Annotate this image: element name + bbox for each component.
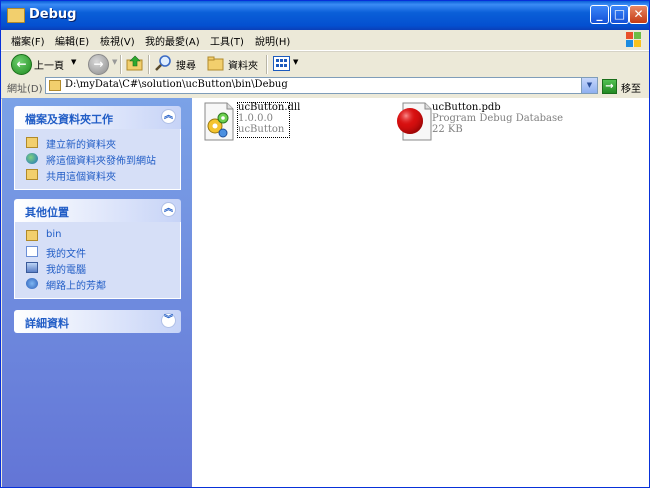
panel-header[interactable]: 詳細資料 ︾ [14,310,181,333]
network-icon [26,278,38,289]
menu-bar: 檔案(F) 編輯(E) 檢視(V) 我的最愛(A) 工具(T) 說明(H) [1,30,649,51]
task-publish-web[interactable]: 將這個資料夾發佈到網站 [26,151,180,167]
menu-favorites[interactable]: 我的最愛(A) [145,33,200,48]
task-label[interactable]: 將這個資料夾發佈到網站 [46,152,156,167]
place-label[interactable]: 我的文件 [46,245,86,260]
views-icon[interactable] [273,56,290,71]
task-pane: 檔案及資料夾工作 ︽ 建立新的資料夾 將這個資料夾發佈到網站 共用這個資料夾 其… [2,98,192,487]
place-label[interactable]: 我的電腦 [46,261,86,276]
task-label[interactable]: 共用這個資料夾 [46,168,116,183]
address-dropdown-icon[interactable]: ▼ [581,78,597,93]
back-button[interactable]: 上一頁 [34,57,64,72]
panel-header[interactable]: 其他位置 ︽ [14,199,181,222]
other-places-panel: 其他位置 ︽ bin 我的文件 我的電腦 網路上的芳鄰 [14,199,181,299]
panel-title[interactable]: 其他位置 [25,204,69,220]
menu-tools[interactable]: 工具(T) [210,33,244,48]
task-share-folder[interactable]: 共用這個資料夾 [26,167,180,183]
task-new-folder[interactable]: 建立新的資料夾 [26,135,180,151]
share-folder-icon [26,169,38,180]
file-folder-tasks-panel: 檔案及資料夾工作 ︽ 建立新的資料夾 將這個資料夾發佈到網站 共用這個資料夾 [14,106,181,190]
my-computer-icon [26,262,38,273]
menu-help[interactable]: 說明(H) [255,33,290,48]
address-bar: 網址(D) D:\myData\C#\solution\ucButton\bin… [1,76,649,99]
folder-icon [49,80,61,91]
panel-title[interactable]: 檔案及資料夾工作 [25,111,113,127]
folders-icon[interactable] [207,56,225,71]
my-documents-icon [26,246,38,257]
file-type: Program Debug Database [432,113,564,124]
toolbar-separator [266,55,268,74]
minimize-button[interactable]: _ [590,5,609,24]
panel-header[interactable]: 檔案及資料夾工作 ︽ [14,106,181,129]
file-item[interactable]: ucButton.pdb Program Debug Database 22 K… [395,102,563,142]
folder-icon [26,230,38,241]
address-input[interactable]: D:\myData\C#\solution\ucButton\bin\Debug… [45,77,598,94]
content-edge [640,98,649,487]
file-name[interactable]: ucButton.dll [238,102,300,113]
new-folder-icon [26,137,38,148]
title-bar[interactable]: Debug _ □ ✕ [1,1,649,30]
search-icon[interactable] [155,54,173,72]
panel-body: 建立新的資料夾 將這個資料夾發佈到網站 共用這個資料夾 [14,129,181,190]
place-my-documents[interactable]: 我的文件 [26,244,180,260]
pdb-red-ball-icon [397,102,432,141]
expand-icon[interactable]: ︾ [161,313,176,328]
folder-icon [7,8,25,23]
address-path[interactable]: D:\myData\C#\solution\ucButton\bin\Debug [65,79,288,90]
folders-button[interactable]: 資料夾 [228,57,258,72]
go-arrow-icon[interactable]: → [602,79,617,94]
go-button[interactable]: 移至 [621,80,641,95]
forward-arrow-icon[interactable]: → [88,54,109,75]
menu-edit[interactable]: 編輯(E) [55,33,89,48]
file-name[interactable]: ucButton.pdb [432,102,501,113]
place-label[interactable]: 網路上的芳鄰 [46,277,106,292]
folder-up-icon[interactable] [126,55,144,71]
views-dropdown-icon[interactable]: ▼ [293,58,298,66]
dll-gear-icon [204,102,234,141]
place-label[interactable]: bin [46,229,61,240]
menu-view[interactable]: 檢視(V) [100,33,135,48]
details-panel: 詳細資料 ︾ [14,310,181,333]
file-version: 1.0.0.0 [238,113,273,124]
toolbar: ← 上一頁 ▼ → ▼ 搜尋 資料夾 ▼ [1,51,649,77]
collapse-icon[interactable]: ︽ [161,109,176,124]
window-title: Debug [29,7,77,22]
back-arrow-icon[interactable]: ← [11,54,32,75]
search-button[interactable]: 搜尋 [176,57,196,72]
explorer-window: Debug _ □ ✕ 檔案(F) 編輯(E) 檢視(V) 我的最愛(A) 工具… [0,0,650,488]
close-button[interactable]: ✕ [629,5,648,24]
toolbar-separator [148,55,150,74]
file-description: ucButton [238,124,285,135]
file-size: 22 KB [432,124,463,135]
address-label: 網址(D) [7,84,43,95]
forward-dropdown-icon[interactable]: ▼ [112,58,117,66]
file-item[interactable]: ucButton.dll 1.0.0.0 ucButton [201,102,311,142]
file-list[interactable]: ucButton.dll 1.0.0.0 ucButton ucButton.p… [192,98,640,487]
collapse-icon[interactable]: ︽ [161,202,176,217]
place-bin[interactable]: bin [26,228,180,244]
place-my-computer[interactable]: 我的電腦 [26,260,180,276]
globe-icon [26,153,38,164]
place-network[interactable]: 網路上的芳鄰 [26,276,180,292]
maximize-button[interactable]: □ [610,5,629,24]
task-label[interactable]: 建立新的資料夾 [46,136,116,151]
panel-body: bin 我的文件 我的電腦 網路上的芳鄰 [14,222,181,299]
panel-title[interactable]: 詳細資料 [25,315,69,331]
back-dropdown-icon[interactable]: ▼ [71,58,76,66]
toolbar-separator [120,55,122,74]
menu-file[interactable]: 檔案(F) [11,33,45,48]
windows-logo-icon [623,30,643,48]
